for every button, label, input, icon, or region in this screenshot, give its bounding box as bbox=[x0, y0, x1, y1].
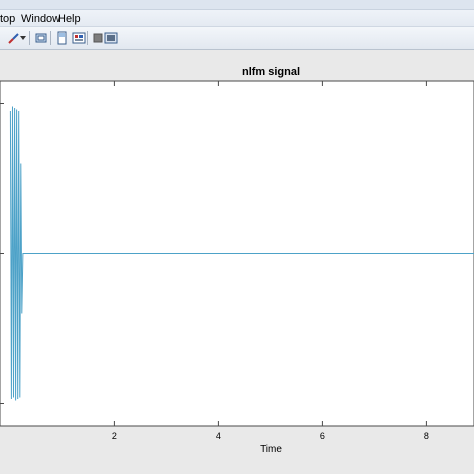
x-tick-label: 8 bbox=[424, 431, 429, 441]
x-tick-label: 6 bbox=[320, 431, 325, 441]
x-axis-label: Time bbox=[260, 444, 282, 455]
chart-title: nlfm signal bbox=[242, 66, 300, 78]
x-tick-label: 2 bbox=[112, 431, 117, 441]
x-tick-label: 4 bbox=[216, 431, 221, 441]
nlfm-signal-plot: 2 4 6 8 nlfm signal Time bbox=[0, 66, 474, 455]
